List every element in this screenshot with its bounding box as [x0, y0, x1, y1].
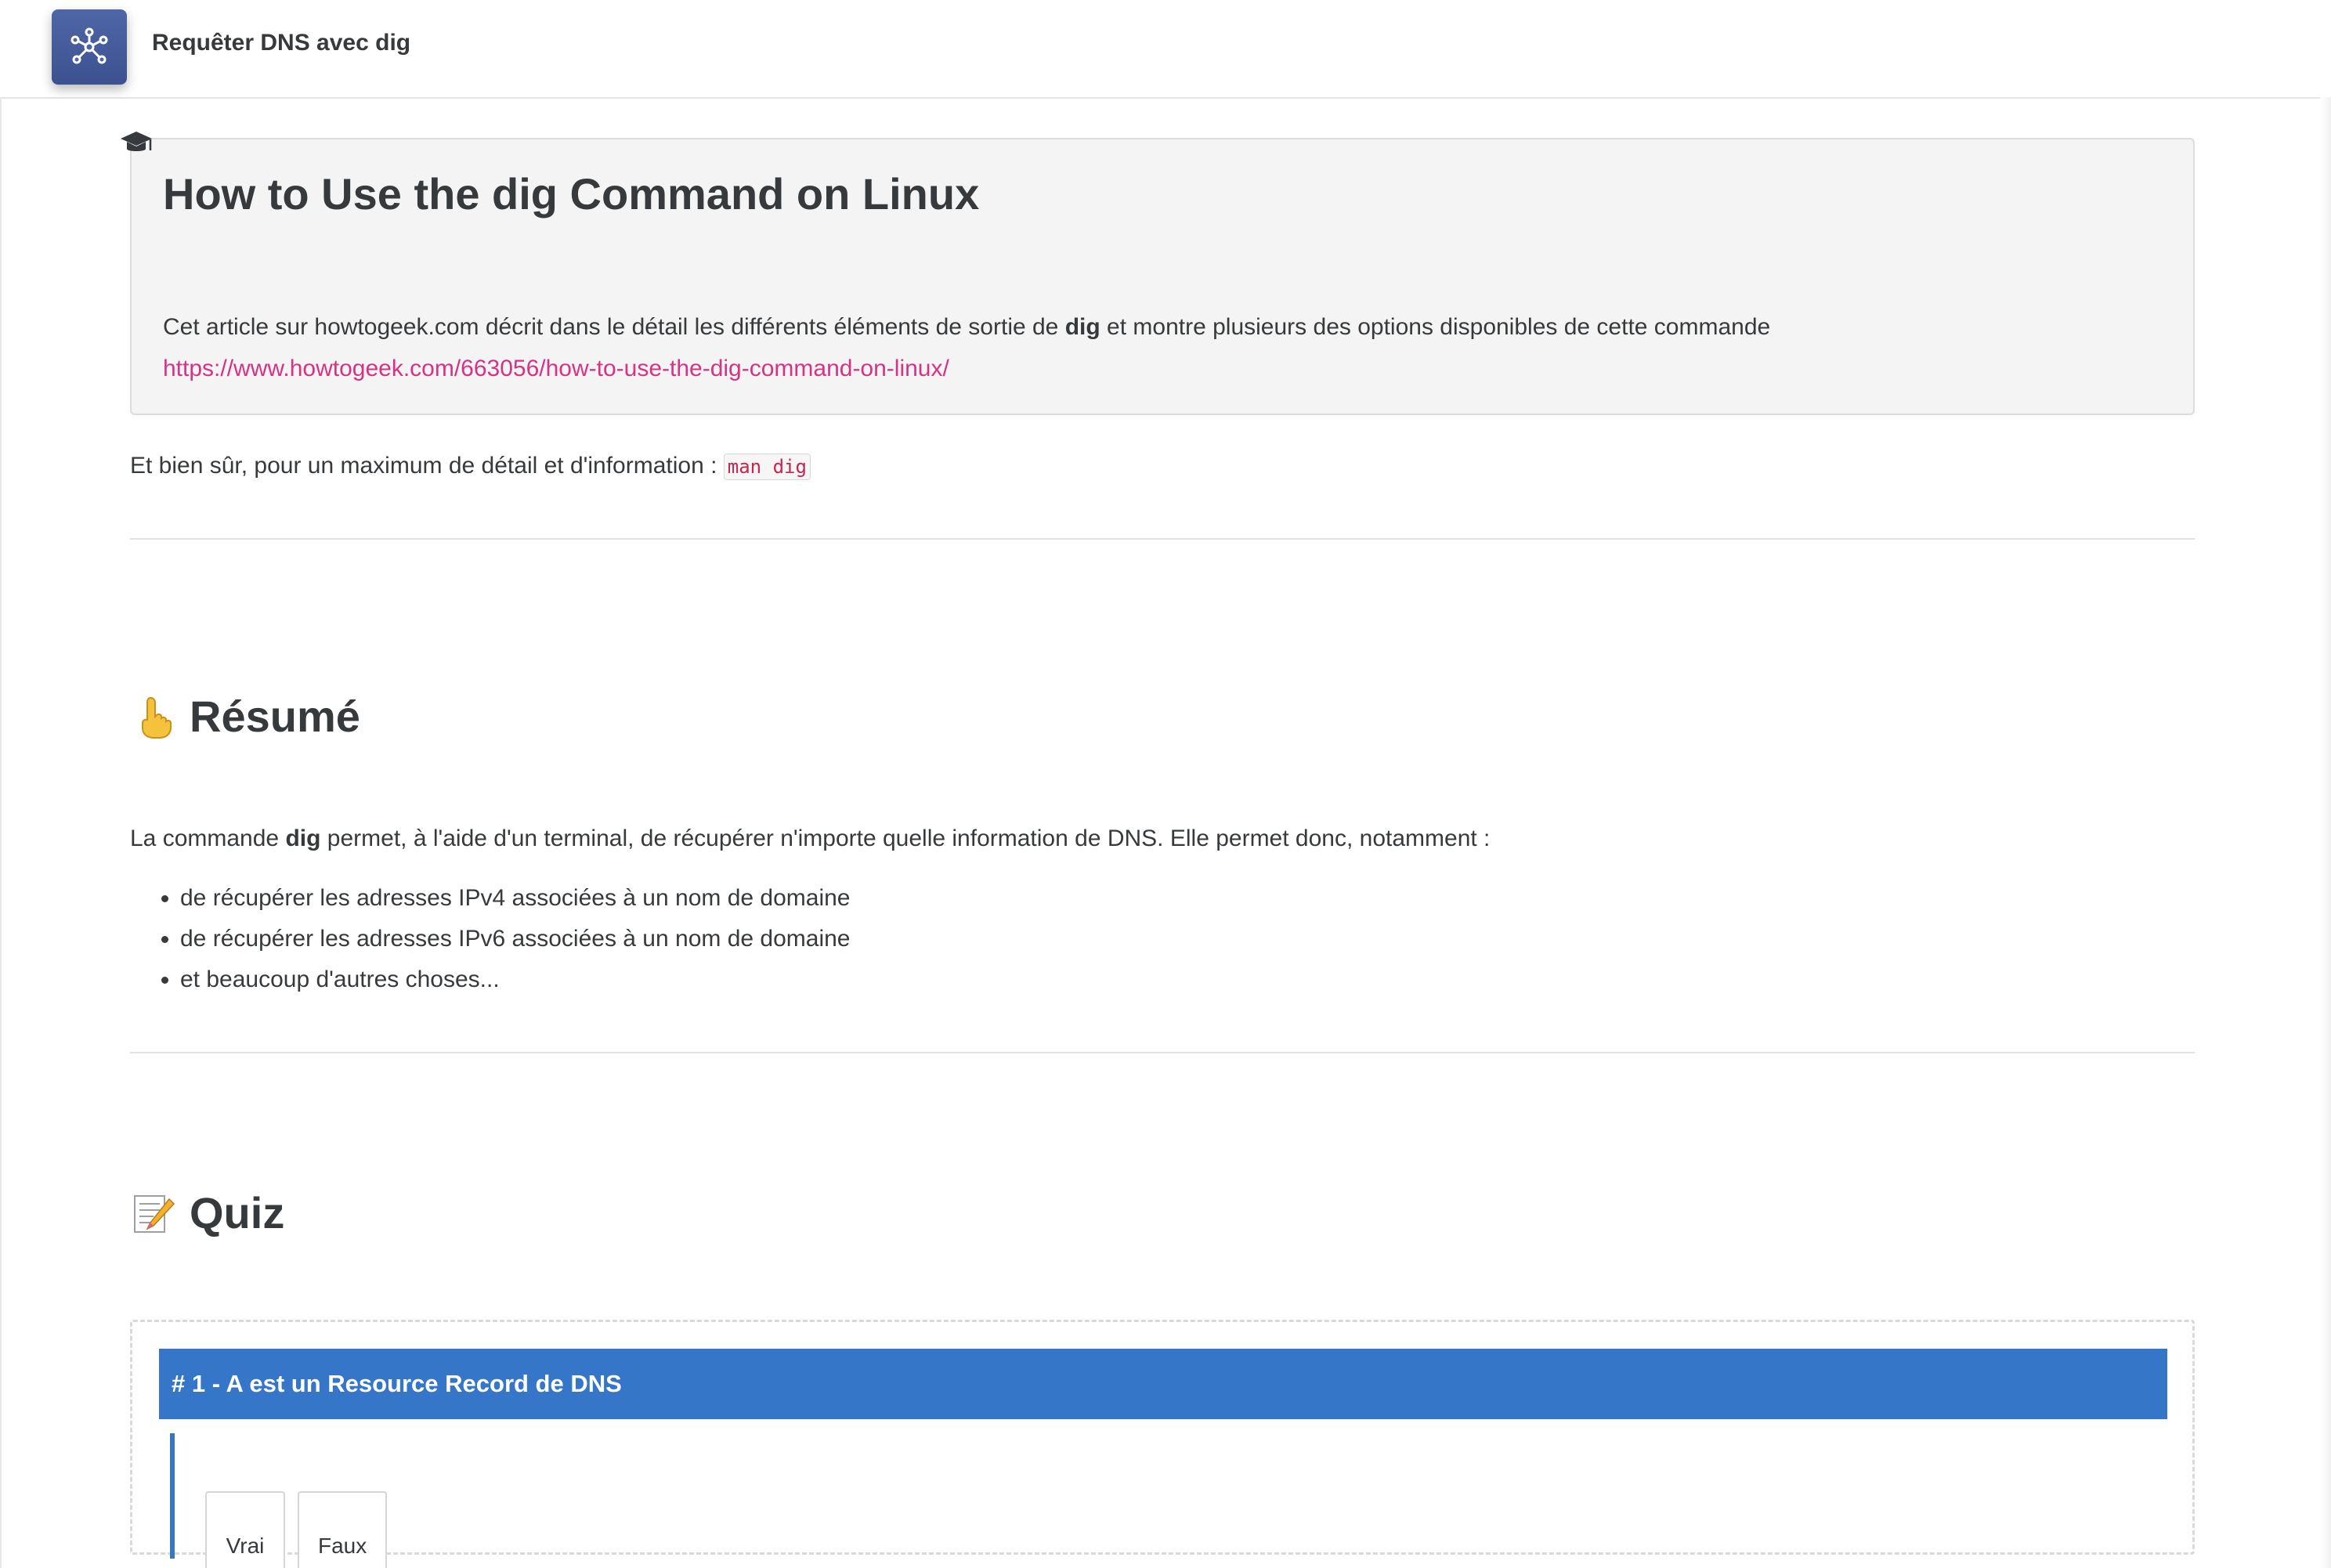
page-title: Requêter DNS avec dig	[152, 30, 411, 56]
quiz-heading: Quiz	[130, 1185, 2195, 1242]
memo-icon	[134, 1194, 175, 1233]
resume-paragraph: La commande dig permet, à l'aide d'un te…	[130, 821, 2195, 856]
resume-title: Résumé	[190, 691, 360, 741]
resume-paragraph-start: La commande	[130, 825, 286, 851]
man-dig-line: Et bien sûr, pour un maximum de détail e…	[130, 448, 2195, 483]
graduation-cap-icon	[121, 132, 152, 151]
top-bar: Requêter DNS avec dig	[0, 0, 2331, 99]
right-edge	[2320, 97, 2331, 1568]
resume-paragraph-bold: dig	[285, 825, 321, 851]
resume-list: de récupérer les adresses IPv4 associées…	[130, 878, 2195, 1000]
quiz-container: # 1 - A est un Resource Record de DNS	[130, 1320, 2195, 1559]
pointing-finger-icon	[142, 697, 172, 739]
man-dig-text: Et bien sûr, pour un maximum de détail e…	[130, 452, 724, 479]
man-dig-code: man dig	[723, 453, 811, 480]
left-divider	[0, 97, 2, 1568]
article-description: Cet article sur howtogeek.com décrit dan…	[163, 309, 2162, 345]
network-nodes-icon-svg	[70, 27, 108, 64]
answer-false-button[interactable]: Faux	[298, 1491, 387, 1568]
quiz-question-header: # 1 - A est un Resource Record de DNS	[159, 1349, 2167, 1420]
list-item: de récupérer les adresses IPv4 associées…	[180, 878, 2195, 919]
info-callout: How to Use the dig Command on Linux Cet …	[121, 132, 2195, 415]
resume-paragraph-end: permet, à l'aide d'un terminal, de récup…	[320, 825, 1491, 851]
article-link[interactable]: https://www.howtogeek.com/663056/how-to-…	[163, 356, 949, 382]
quiz-title: Quiz	[190, 1187, 285, 1237]
article-description-end: et montre plusieurs des options disponib…	[1100, 313, 1771, 340]
divider	[130, 537, 2195, 540]
article-description-bold: dig	[1064, 313, 1100, 340]
divider	[130, 1051, 2195, 1053]
list-item: et beaucoup d'autres choses...	[180, 959, 2195, 1000]
resume-heading: Résumé	[130, 688, 2195, 746]
quiz-question-accent	[170, 1433, 175, 1559]
page: Requêter DNS avec dig How to Use the dig…	[0, 0, 2331, 1568]
network-nodes-icon[interactable]	[52, 9, 127, 85]
list-item: de récupérer les adresses IPv6 associées…	[180, 919, 2195, 959]
article-title: How to Use the dig Command on Linux	[163, 169, 980, 219]
article-description-start: Cet article sur howtogeek.com décrit dan…	[163, 313, 1065, 340]
main-content: How to Use the dig Command on Linux Cet …	[121, 132, 2195, 1559]
answer-true-button[interactable]: Vrai	[205, 1491, 285, 1568]
